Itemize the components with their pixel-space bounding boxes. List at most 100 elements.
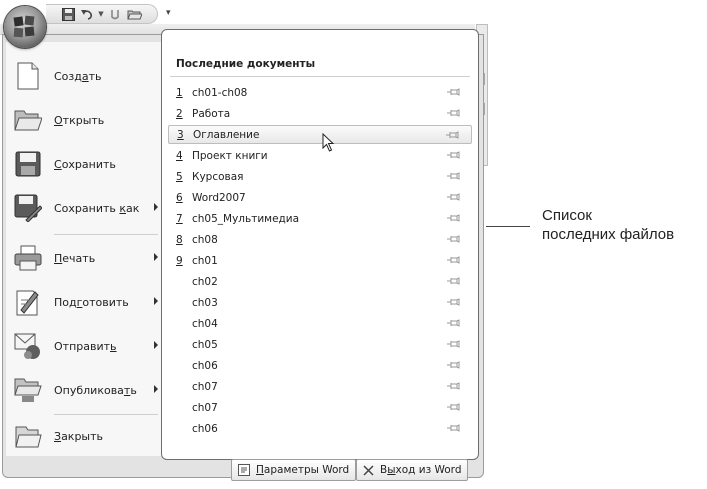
pin-icon[interactable] bbox=[446, 171, 460, 181]
pin-icon[interactable] bbox=[446, 87, 460, 97]
recent-document-name: Word2007 bbox=[192, 191, 246, 204]
save-icon bbox=[13, 149, 43, 179]
title-divider bbox=[170, 76, 470, 77]
recent-document-name: ch07 bbox=[192, 380, 218, 393]
recent-document-item[interactable]: ch02 bbox=[168, 272, 472, 291]
close-command[interactable]: Закрыть bbox=[6, 414, 162, 458]
pin-icon[interactable] bbox=[446, 192, 460, 202]
recent-document-name: ch02 bbox=[192, 275, 218, 288]
recent-document-item[interactable]: ch06 bbox=[168, 419, 472, 438]
pin-icon[interactable] bbox=[446, 213, 460, 223]
recent-document-number: 6 bbox=[176, 191, 183, 204]
pin-icon[interactable] bbox=[446, 381, 460, 391]
undo-icon[interactable] bbox=[79, 6, 95, 22]
recent-document-item[interactable]: 3 Оглавление bbox=[168, 125, 472, 144]
command-label: Печать bbox=[54, 251, 96, 265]
recent-document-number: 4 bbox=[176, 149, 183, 162]
recent-document-item[interactable]: 5 Курсовая bbox=[168, 167, 472, 186]
save-icon[interactable] bbox=[60, 6, 76, 22]
recent-document-item[interactable]: ch04 bbox=[168, 314, 472, 333]
recent-document-name: ch01-ch08 bbox=[192, 86, 248, 99]
send-icon bbox=[13, 331, 43, 361]
recent-document-name: ch06 bbox=[192, 359, 218, 372]
pin-icon[interactable] bbox=[446, 360, 460, 370]
recent-document-name: ch05 bbox=[192, 338, 218, 351]
pin-icon[interactable] bbox=[446, 234, 460, 244]
recent-documents-panel: Последние документы 1 ch01-ch08 2 Работа 3 Ог… bbox=[161, 29, 479, 460]
recent-document-item[interactable]: ch07 bbox=[168, 377, 472, 396]
prepare-command[interactable]: Подготовить bbox=[6, 280, 162, 324]
open-folder-icon[interactable] bbox=[126, 6, 142, 22]
close-document-icon bbox=[13, 421, 43, 451]
recent-document-item[interactable]: 7 ch05_Мультимедиа bbox=[168, 209, 472, 228]
pin-icon[interactable] bbox=[446, 297, 460, 307]
send-command[interactable]: Отправить bbox=[6, 324, 162, 368]
chevron-down-icon[interactable]: ▼ bbox=[98, 6, 104, 22]
submenu-arrow-icon bbox=[154, 385, 158, 393]
print-command[interactable]: Печать bbox=[6, 236, 162, 280]
options-icon bbox=[238, 464, 250, 476]
command-label: Закрыть bbox=[54, 429, 104, 443]
recent-document-item[interactable]: ch06 bbox=[168, 356, 472, 375]
office-logo-icon bbox=[13, 15, 35, 38]
open-folder-icon bbox=[13, 105, 43, 135]
button-label: Параметры Word bbox=[256, 464, 350, 476]
recent-document-name: Оглавление bbox=[193, 128, 260, 141]
recent-document-number: 2 bbox=[176, 107, 183, 120]
recent-document-item[interactable]: ch05 bbox=[168, 335, 472, 354]
pin-icon[interactable] bbox=[446, 150, 460, 160]
recent-document-name: ch05_Мультимедиа bbox=[192, 212, 300, 225]
submenu-arrow-icon bbox=[154, 297, 158, 305]
menu-divider bbox=[54, 234, 158, 235]
submenu-arrow-icon bbox=[154, 341, 158, 349]
new-command[interactable]: Создать bbox=[6, 54, 162, 98]
redo-icon[interactable] bbox=[107, 6, 123, 22]
exit-word-button[interactable]: Выход из Word bbox=[356, 459, 469, 481]
prepare-icon bbox=[13, 287, 43, 317]
recent-document-item[interactable]: 2 Работа bbox=[168, 104, 472, 123]
pin-icon[interactable] bbox=[446, 402, 460, 412]
command-label: Создать bbox=[54, 69, 102, 83]
command-label: Открыть bbox=[54, 113, 105, 127]
pin-icon[interactable] bbox=[446, 276, 460, 286]
save-as-command[interactable]: Сохранить как bbox=[6, 186, 162, 230]
pin-icon[interactable] bbox=[446, 423, 460, 433]
recent-document-name: ch04 bbox=[192, 317, 218, 330]
recent-document-number: 3 bbox=[177, 128, 184, 141]
button-label: Выход из Word bbox=[380, 464, 462, 476]
recent-document-item[interactable]: 8 ch08 bbox=[168, 230, 472, 249]
recent-document-name: ch06 bbox=[192, 422, 218, 435]
pin-icon[interactable] bbox=[446, 255, 460, 265]
customize-toolbar-icon[interactable]: ▾ bbox=[166, 8, 171, 18]
pin-icon[interactable] bbox=[445, 130, 459, 140]
save-as-icon bbox=[13, 193, 43, 223]
command-label: Сохранить bbox=[54, 157, 116, 171]
callout-label: Список последних файлов bbox=[542, 207, 675, 243]
callout-line bbox=[486, 226, 530, 227]
recent-document-number: 5 bbox=[176, 170, 183, 183]
pin-icon[interactable] bbox=[446, 339, 460, 349]
new-document-icon bbox=[13, 61, 43, 91]
save-command[interactable]: Сохранить bbox=[6, 142, 162, 186]
pin-icon[interactable] bbox=[446, 318, 460, 328]
pin-icon[interactable] bbox=[446, 108, 460, 118]
office-button[interactable] bbox=[4, 6, 46, 48]
command-label: Сохранить как bbox=[54, 201, 140, 215]
command-list: Создать Открыть Сохранить Сохранить как … bbox=[6, 42, 162, 456]
recent-document-number: 8 bbox=[176, 233, 183, 246]
publish-command[interactable]: Опубликовать bbox=[6, 368, 162, 412]
recent-documents-title: Последние документы bbox=[176, 58, 316, 70]
recent-document-name: ch08 bbox=[192, 233, 218, 246]
word-options-button[interactable]: Параметры Word bbox=[231, 459, 357, 481]
recent-document-item[interactable]: 4 Проект книги bbox=[168, 146, 472, 165]
submenu-arrow-icon bbox=[154, 203, 158, 211]
recent-document-item[interactable]: 1 ch01-ch08 bbox=[168, 83, 472, 102]
recent-document-item[interactable]: ch03 bbox=[168, 293, 472, 312]
recent-document-item[interactable]: 9 ch01 bbox=[168, 251, 472, 270]
recent-document-name: Проект книги bbox=[192, 149, 268, 162]
recent-document-name: Курсовая bbox=[192, 170, 244, 183]
open-command[interactable]: Открыть bbox=[6, 98, 162, 142]
recent-document-item[interactable]: 6 Word2007 bbox=[168, 188, 472, 207]
recent-document-item[interactable]: ch07 bbox=[168, 398, 472, 417]
recent-document-name: ch03 bbox=[192, 296, 218, 309]
